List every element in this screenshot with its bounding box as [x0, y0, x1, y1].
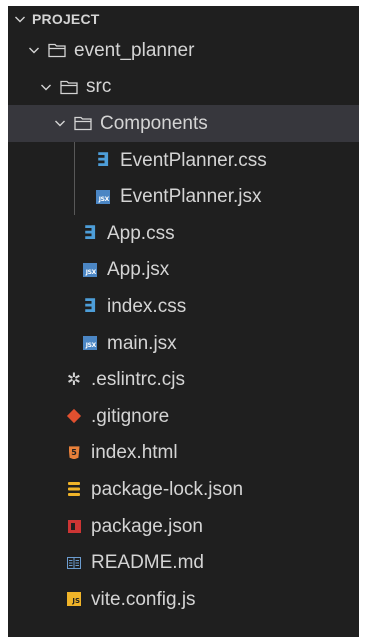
tree-item-label: event_planner — [74, 39, 195, 61]
tree-item-label: README.md — [91, 552, 204, 574]
tree-item-label: App.jsx — [107, 259, 170, 281]
tree-item-label: package-lock.json — [91, 478, 244, 500]
tree-file-index-css[interactable]: ∃ index.css — [8, 288, 359, 325]
tree-file-package-lock[interactable]: package-lock.json — [8, 471, 359, 508]
tree-item-label: index.html — [91, 442, 178, 464]
tree-file-vite-config[interactable]: JS vite.config.js — [8, 581, 359, 618]
chevron-down-icon[interactable] — [28, 44, 40, 56]
gear-icon: ✲ — [66, 370, 82, 390]
tree-item-label: main.jsx — [107, 332, 177, 354]
tree-folder-event-planner[interactable]: event_planner — [8, 32, 359, 69]
file-tree: event_planner src Components ∃ EventPlan… — [8, 32, 359, 618]
tree-file-eventplanner-jsx[interactable]: JSX EventPlanner.jsx — [8, 178, 359, 215]
chevron-down-icon[interactable] — [14, 13, 26, 25]
folder-open-icon — [60, 79, 78, 95]
tree-file-gitignore[interactable]: .gitignore — [8, 398, 359, 435]
explorer-section-header[interactable]: PROJECT — [8, 6, 359, 32]
css-icon: ∃ — [96, 148, 110, 171]
tree-file-app-css[interactable]: ∃ App.css — [8, 215, 359, 252]
tree-item-label: App.css — [107, 222, 175, 244]
tree-item-label: vite.config.js — [91, 588, 196, 610]
jsx-icon: JSX — [82, 335, 98, 351]
tree-file-package-json[interactable]: package.json — [8, 508, 359, 545]
tree-item-label: src — [86, 76, 112, 98]
tree-item-label: package.json — [91, 515, 203, 537]
tree-item-label: .gitignore — [91, 405, 170, 427]
jsx-icon: JSX — [95, 189, 111, 205]
tree-item-label: EventPlanner.jsx — [120, 186, 262, 208]
tree-file-app-jsx[interactable]: JSX App.jsx — [8, 252, 359, 289]
tree-file-index-html[interactable]: 5 index.html — [8, 435, 359, 472]
chevron-down-icon[interactable] — [40, 81, 52, 93]
git-icon — [66, 408, 82, 424]
folder-open-icon — [74, 115, 92, 131]
css-icon: ∃ — [83, 221, 97, 244]
tree-folder-components[interactable]: Components — [8, 105, 359, 142]
tree-item-label: Components — [100, 112, 208, 134]
tree-item-label: EventPlanner.css — [120, 149, 267, 171]
tree-file-eslintrc[interactable]: ✲ .eslintrc.cjs — [8, 361, 359, 398]
markdown-icon — [66, 555, 82, 571]
tree-file-eventplanner-css[interactable]: ∃ EventPlanner.css — [8, 141, 359, 179]
jsx-icon: JSX — [82, 262, 98, 278]
indent-guide — [74, 141, 75, 179]
section-title: PROJECT — [32, 11, 100, 27]
file-explorer-panel: PROJECT event_planner src Components ∃ E… — [8, 6, 359, 637]
folder-open-icon — [48, 42, 66, 58]
tree-item-label: .eslintrc.cjs — [91, 369, 185, 391]
indent-guide — [74, 178, 75, 215]
tree-item-label: index.css — [107, 295, 187, 317]
tree-file-main-jsx[interactable]: JSX main.jsx — [8, 325, 359, 362]
tree-file-readme[interactable]: README.md — [8, 544, 359, 581]
npm-icon — [66, 518, 82, 534]
lock-json-icon — [66, 481, 82, 497]
css-icon: ∃ — [83, 294, 97, 317]
chevron-down-icon[interactable] — [54, 117, 66, 129]
js-icon: JS — [66, 591, 82, 607]
tree-folder-src[interactable]: src — [8, 69, 359, 106]
html5-icon: 5 — [66, 445, 82, 461]
